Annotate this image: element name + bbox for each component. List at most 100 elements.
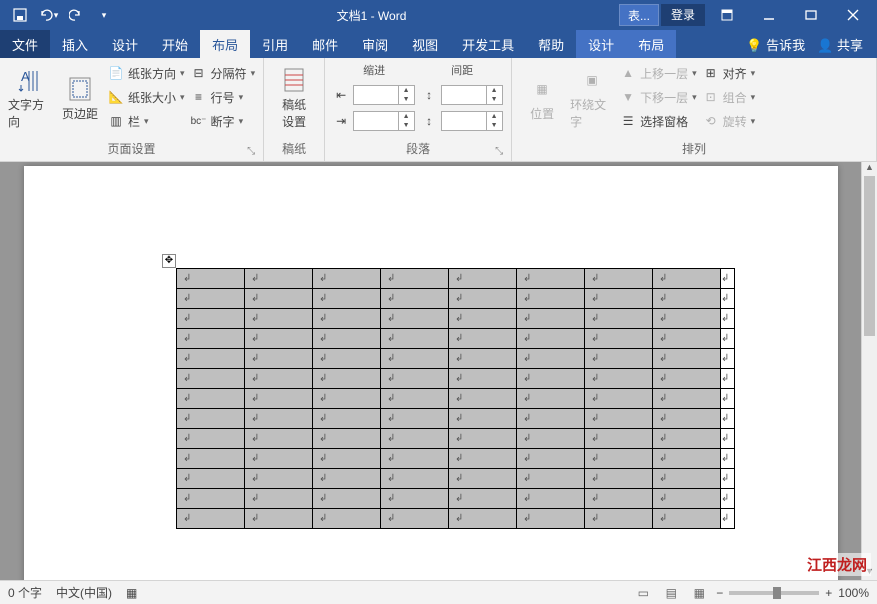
table-cell[interactable]: ↲ <box>653 309 721 329</box>
table-cell[interactable]: ↲ <box>177 429 245 449</box>
table-cell[interactable]: ↲ <box>449 329 517 349</box>
selection-pane-button[interactable]: ☰选择窗格 <box>620 110 697 132</box>
table-cell[interactable]: ↲ <box>245 469 313 489</box>
group-button[interactable]: ⊡组合▾ <box>703 86 756 108</box>
close-button[interactable] <box>833 0 873 30</box>
table-cell[interactable]: ↲ <box>313 469 381 489</box>
table-cell[interactable]: ↲ <box>313 409 381 429</box>
table-cell[interactable]: ↲ <box>177 289 245 309</box>
text-direction-button[interactable]: A 文字方向 <box>8 62 52 134</box>
table-cell[interactable]: ↲ <box>517 329 585 349</box>
tab-review[interactable]: 审阅 <box>350 30 400 58</box>
table-cell[interactable]: ↲ <box>177 389 245 409</box>
table-cell[interactable]: ↲ <box>517 349 585 369</box>
table-cell[interactable]: ↲ <box>381 269 449 289</box>
table-cell[interactable]: ↲ <box>449 269 517 289</box>
tab-layout[interactable]: 布局 <box>200 30 250 58</box>
table-cell[interactable]: ↲ <box>449 409 517 429</box>
table-cell[interactable]: ↲ <box>585 509 653 529</box>
table-cell[interactable]: ↲ <box>449 489 517 509</box>
table-cell[interactable]: ↲ <box>381 409 449 429</box>
table-cell[interactable]: ↲ <box>449 509 517 529</box>
undo-button[interactable]: ▾ <box>36 3 60 27</box>
table-cell[interactable]: ↲ <box>585 409 653 429</box>
table-cell[interactable]: ↲ <box>517 409 585 429</box>
table-cell[interactable]: ↲ <box>517 489 585 509</box>
columns-button[interactable]: ▥栏▾ <box>108 110 185 132</box>
share-button[interactable]: 👤 共享 <box>817 35 863 54</box>
table-cell[interactable]: ↲ <box>517 309 585 329</box>
paragraph-launcher[interactable]: ⤡ <box>495 146 503 157</box>
table-cell[interactable]: ↲ <box>585 349 653 369</box>
table-cell[interactable]: ↲ <box>517 449 585 469</box>
tab-mailings[interactable]: 邮件 <box>300 30 350 58</box>
table-cell[interactable]: ↲ <box>653 369 721 389</box>
table-cell[interactable]: ↲ <box>177 309 245 329</box>
indent-right-input[interactable]: ▲▼ <box>353 111 415 131</box>
table-cell[interactable]: ↲ <box>653 429 721 449</box>
table-cell[interactable]: ↲ <box>177 449 245 469</box>
table-cell[interactable]: ↲ <box>313 449 381 469</box>
table-cell[interactable]: ↲ <box>585 369 653 389</box>
zoom-in-button[interactable]: + <box>825 586 832 600</box>
table-move-handle[interactable]: ✥ <box>162 254 176 268</box>
table-cell[interactable]: ↲ <box>381 369 449 389</box>
tab-design[interactable]: 设计 <box>100 30 150 58</box>
table-cell[interactable]: ↲ <box>313 429 381 449</box>
table-cell[interactable]: ↲ <box>653 509 721 529</box>
send-backward-button[interactable]: ▼下移一层▾ <box>620 86 697 108</box>
table-cell[interactable]: ↲ <box>381 449 449 469</box>
table-cell[interactable]: ↲ <box>517 289 585 309</box>
document-table[interactable]: ↲↲↲↲↲↲↲↲↲↲↲↲↲↲↲↲↲↲↲↲↲↲↲↲↲↲↲↲↲↲↲↲↲↲↲↲↲↲↲↲… <box>176 268 735 529</box>
redo-button[interactable] <box>64 3 88 27</box>
table-cell[interactable]: ↲ <box>245 269 313 289</box>
table-cell[interactable]: ↲ <box>245 389 313 409</box>
table-cell[interactable]: ↲ <box>381 349 449 369</box>
wrap-text-button[interactable]: ▣ 环绕文字 <box>570 62 614 134</box>
table-cell[interactable]: ↲ <box>313 389 381 409</box>
table-cell[interactable]: ↲ <box>177 509 245 529</box>
table-cell[interactable]: ↲ <box>245 429 313 449</box>
rotate-button[interactable]: ⟲旋转▾ <box>703 110 756 132</box>
page[interactable]: ✥ ↲↲↲↲↲↲↲↲↲↲↲↲↲↲↲↲↲↲↲↲↲↲↲↲↲↲↲↲↲↲↲↲↲↲↲↲↲↲… <box>24 166 838 580</box>
scroll-up-arrow[interactable]: ▲ <box>862 162 877 176</box>
table-cell[interactable]: ↲ <box>653 269 721 289</box>
table-cell[interactable]: ↲ <box>653 329 721 349</box>
zoom-out-button[interactable]: − <box>716 586 723 600</box>
table-cell[interactable]: ↲ <box>449 349 517 369</box>
table-cell[interactable]: ↲ <box>585 389 653 409</box>
table-cell[interactable]: ↲ <box>245 309 313 329</box>
table-cell[interactable]: ↲ <box>381 429 449 449</box>
table-cell[interactable]: ↲ <box>517 469 585 489</box>
tab-table-design[interactable]: 设计 <box>576 30 626 58</box>
table-cell[interactable]: ↲ <box>381 469 449 489</box>
table-cell[interactable]: ↲ <box>449 309 517 329</box>
tab-table-layout[interactable]: 布局 <box>626 30 676 58</box>
tab-developer[interactable]: 开发工具 <box>450 30 526 58</box>
save-button[interactable] <box>8 3 32 27</box>
table-cell[interactable]: ↲ <box>653 349 721 369</box>
scroll-thumb[interactable] <box>864 176 875 336</box>
table-cell[interactable]: ↲ <box>313 509 381 529</box>
table-cell[interactable]: ↲ <box>585 329 653 349</box>
orientation-button[interactable]: 📄纸张方向▾ <box>108 62 185 84</box>
table-cell[interactable]: ↲ <box>245 509 313 529</box>
table-cell[interactable]: ↲ <box>177 369 245 389</box>
size-button[interactable]: 📐纸张大小▾ <box>108 86 185 108</box>
table-cell[interactable]: ↲ <box>585 289 653 309</box>
table-cell[interactable]: ↲ <box>653 489 721 509</box>
table-cell[interactable]: ↲ <box>381 289 449 309</box>
tab-view[interactable]: 视图 <box>400 30 450 58</box>
tab-insert[interactable]: 插入 <box>50 30 100 58</box>
tell-me[interactable]: 💡 告诉我 <box>746 35 805 54</box>
print-layout-button[interactable]: ▤ <box>660 584 682 602</box>
zoom-slider[interactable] <box>729 591 819 595</box>
table-cell[interactable]: ↲ <box>245 369 313 389</box>
table-cell[interactable]: ↲ <box>517 269 585 289</box>
line-numbers-button[interactable]: ≡行号▾ <box>191 86 256 108</box>
table-cell[interactable]: ↲ <box>585 449 653 469</box>
table-cell[interactable]: ↲ <box>449 429 517 449</box>
manuscript-setup-button[interactable]: 稿纸 设置 <box>272 62 316 134</box>
table-cell[interactable]: ↲ <box>245 449 313 469</box>
spacing-after-input[interactable]: ▲▼ <box>441 111 503 131</box>
